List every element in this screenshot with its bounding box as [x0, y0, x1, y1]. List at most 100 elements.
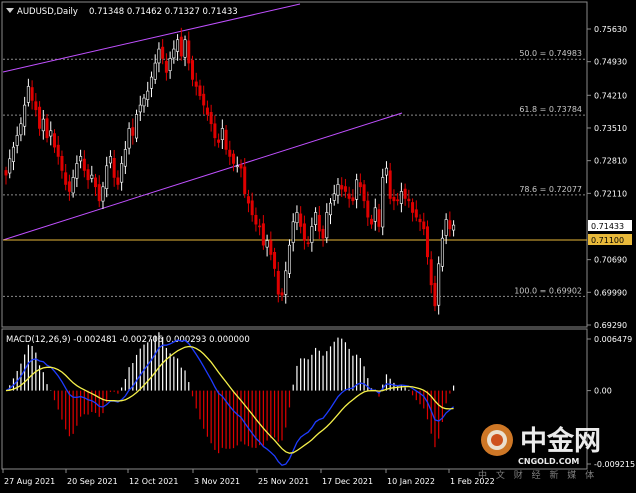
- candle-body: [340, 185, 344, 190]
- price-tick-label: 0.72110: [594, 189, 627, 198]
- candle-body: [370, 218, 374, 225]
- candle-body: [120, 163, 124, 183]
- candle-body: [411, 202, 415, 213]
- candle-body: [273, 251, 277, 269]
- time-tick-label: 12 Oct 2021: [129, 477, 178, 486]
- candle-body: [224, 129, 228, 150]
- fib-level-label: 78.6 = 0.72077: [519, 185, 582, 194]
- candle-body: [41, 118, 45, 132]
- candle-body: [403, 188, 407, 199]
- candle-body: [157, 48, 161, 64]
- candle-body: [269, 240, 273, 255]
- watermark-cn: 中金网: [520, 425, 601, 457]
- candle-body: [265, 240, 269, 248]
- price-tick-label: 0.69290: [594, 321, 627, 330]
- candle-body: [291, 221, 295, 243]
- candle-body: [108, 156, 112, 164]
- candle-body: [97, 184, 101, 202]
- candle-body: [168, 58, 172, 71]
- candle-body: [246, 196, 250, 204]
- candle-body: [343, 186, 347, 192]
- candle-body: [164, 60, 168, 73]
- candle-body: [254, 214, 258, 225]
- candle-body: [183, 39, 187, 58]
- candle-body: [276, 270, 280, 295]
- candle-body: [284, 270, 288, 295]
- candle-body: [172, 48, 176, 59]
- candle-body: [220, 128, 224, 140]
- candle-body: [351, 197, 355, 202]
- price-tick-label: 0.74210: [594, 91, 627, 100]
- candle-body: [444, 219, 448, 236]
- fib-level-label: 61.8 = 0.73784: [519, 105, 582, 114]
- candle-body: [295, 212, 299, 224]
- candle-body: [321, 229, 325, 239]
- candle-body: [362, 184, 366, 202]
- candle-body: [381, 177, 385, 228]
- candle-body: [194, 81, 198, 87]
- candle-body: [243, 166, 247, 195]
- candle-body: [347, 193, 351, 199]
- candle-body: [433, 282, 437, 307]
- candle-body: [131, 127, 135, 136]
- candle-body: [258, 225, 262, 228]
- candle-body: [123, 149, 127, 167]
- candle-body: [11, 146, 15, 162]
- candle-body: [45, 118, 49, 139]
- hline-price-label: 0.71100: [591, 236, 624, 245]
- candle-body: [437, 263, 441, 306]
- candle-body: [228, 149, 232, 157]
- channel-lower-line: [2, 112, 403, 241]
- time-tick-label: 10 Jan 2022: [387, 477, 435, 486]
- candle-body: [71, 177, 75, 194]
- candle-body: [135, 114, 139, 139]
- candle-body: [306, 242, 310, 245]
- candle-body: [191, 60, 195, 80]
- candle-body: [396, 199, 400, 202]
- price-tick-label: 0.70690: [594, 256, 627, 265]
- watermark-url: CNGOLD.COM: [518, 457, 579, 466]
- candle-body: [52, 133, 56, 148]
- ohlc-values: 0.71348 0.71462 0.71327 0.71433: [89, 7, 238, 17]
- candle-body: [30, 87, 34, 101]
- candle-body: [23, 104, 27, 127]
- candle-body: [26, 86, 30, 103]
- candle-body: [280, 292, 284, 296]
- candle-body: [79, 156, 83, 162]
- candle-body: [187, 40, 191, 64]
- candle-body: [202, 93, 206, 106]
- macd-histogram: [9, 332, 455, 454]
- candle-body: [261, 223, 265, 246]
- price-panel-frame: [1, 1, 588, 328]
- candle-body: [138, 104, 142, 113]
- candle-body: [448, 220, 452, 230]
- current-price-label: 0.71433: [591, 222, 624, 231]
- candle-body: [15, 135, 19, 146]
- candle-body: [366, 200, 370, 218]
- candle-body: [101, 186, 105, 202]
- candle-body: [179, 36, 183, 57]
- candle-body: [414, 209, 418, 218]
- candle-body: [336, 184, 340, 196]
- symbol-title: AUDUSD,Daily: [17, 7, 78, 17]
- candle-body: [94, 177, 98, 188]
- candle-body: [34, 101, 38, 111]
- candle-body: [105, 165, 109, 189]
- watermark-sub: 中 文 财 经 新 媒 体: [478, 469, 597, 481]
- candle-body: [146, 90, 150, 100]
- current-price-marker: 0.71433: [588, 220, 632, 231]
- candle-body: [153, 62, 157, 80]
- macd-tick-label: -0.009215: [594, 460, 635, 469]
- price-tick-label: 0.73510: [594, 124, 627, 133]
- candle-body: [116, 177, 120, 185]
- candle-body: [127, 128, 131, 149]
- candle-body: [19, 123, 23, 136]
- dropdown-arrow-icon[interactable]: [6, 8, 14, 13]
- candle-body: [64, 172, 68, 185]
- candle-body: [8, 158, 12, 174]
- time-tick-label: 25 Nov 2021: [258, 477, 309, 486]
- candlestick-series: [4, 27, 456, 315]
- candle-body: [452, 224, 456, 231]
- candle-body: [329, 202, 333, 216]
- candle-body: [239, 164, 243, 169]
